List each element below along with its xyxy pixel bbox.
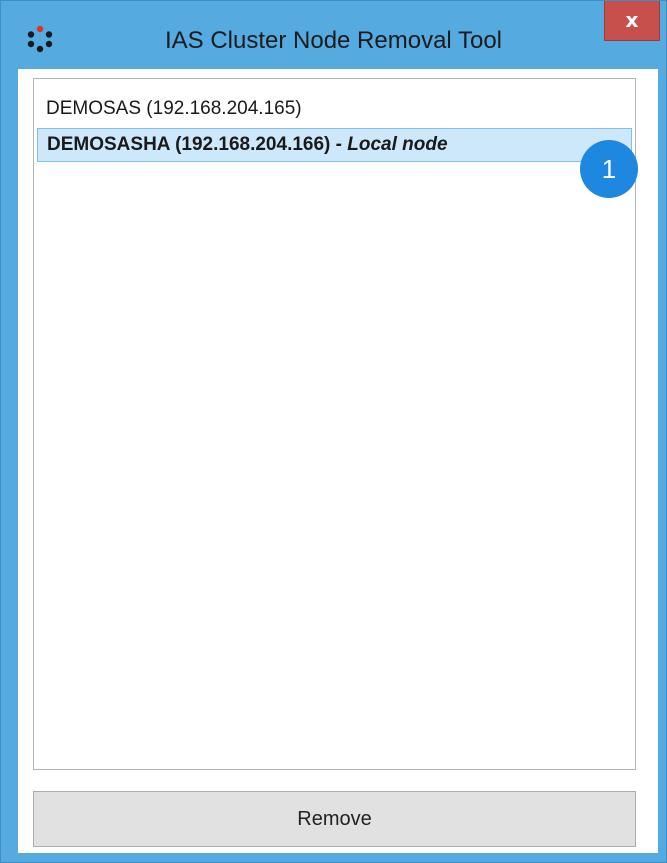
list-item-node[interactable]: DEMOSAS (192.168.204.165) (37, 93, 632, 127)
step-number-badge: 1 (580, 140, 638, 198)
node-name: DEMOSAS (192.168.204.165) (46, 98, 302, 119)
remove-button[interactable]: Remove (33, 791, 636, 847)
node-name: DEMOSASHA (192.168.204.166) (47, 134, 331, 155)
node-listbox[interactable]: DEMOSAS (192.168.204.165) DEMOSASHA (192… (33, 78, 638, 770)
title-bar[interactable]: IAS Cluster Node Removal Tool x (1, 1, 666, 69)
app-window: IAS Cluster Node Removal Tool x DEMOSAS … (0, 0, 667, 863)
list-item-node-selected[interactable]: DEMOSASHA (192.168.204.166) - Local node (37, 128, 632, 162)
window-title: IAS Cluster Node Removal Tool (164, 27, 503, 54)
close-button[interactable]: x (604, 1, 660, 41)
local-node-label: - Local node (330, 134, 448, 155)
client-area: DEMOSAS (192.168.204.165) DEMOSASHA (192… (18, 69, 658, 853)
